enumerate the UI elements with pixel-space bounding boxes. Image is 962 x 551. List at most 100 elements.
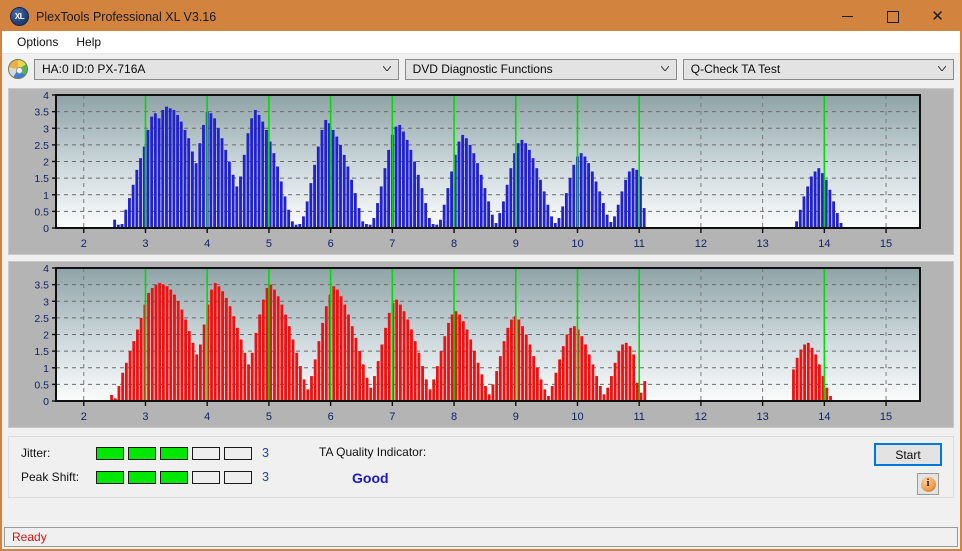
rating-segment <box>160 470 188 484</box>
menu-item-options[interactable]: Options <box>8 32 67 52</box>
chevron-down-icon <box>660 66 669 71</box>
svg-text:0.5: 0.5 <box>34 206 49 218</box>
jitter-label: Jitter: <box>21 446 51 460</box>
test-select[interactable]: Q-Check TA Test <box>682 58 954 80</box>
svg-text:8: 8 <box>451 238 457 250</box>
drive-select[interactable]: HA:0 ID:0 PX-716A <box>34 58 399 80</box>
svg-text:15: 15 <box>880 238 892 250</box>
menu-bar: Options Help <box>2 31 960 54</box>
status-bar: Ready <box>4 527 958 547</box>
chevron-down-icon <box>938 66 946 71</box>
svg-text:0: 0 <box>43 396 49 408</box>
svg-text:3.5: 3.5 <box>34 280 49 292</box>
svg-text:2: 2 <box>81 238 87 250</box>
window-title: PlexTools Professional XL V3.16 <box>36 9 217 24</box>
rating-segment <box>192 446 220 460</box>
svg-text:6: 6 <box>328 238 334 250</box>
results-panel: Jitter: 3 Peak Shift: 3 TA Quality Indic… <box>8 436 954 498</box>
chevron-down-icon <box>382 66 391 71</box>
svg-text:15: 15 <box>880 411 892 423</box>
svg-text:12: 12 <box>695 238 707 250</box>
ta-quality-value: Good <box>352 470 389 486</box>
svg-text:10: 10 <box>571 238 583 250</box>
peak-shift-label: Peak Shift: <box>21 470 80 484</box>
jitter-rating-bar <box>96 446 252 460</box>
peak-shift-chart: 0 0.5 1 1.5 2 2.5 3 3.5 4 2 3 4 5 6 7 8 9 10 11 12 13 14 15 <box>8 261 954 428</box>
svg-text:14: 14 <box>818 411 830 423</box>
svg-text:11: 11 <box>633 411 644 423</box>
xl-badge-icon: XL <box>10 7 29 26</box>
rating-segment <box>192 470 220 484</box>
svg-text:3: 3 <box>142 411 148 423</box>
svg-text:9: 9 <box>513 411 519 423</box>
svg-text:4: 4 <box>43 90 49 102</box>
svg-text:1: 1 <box>43 363 49 375</box>
svg-text:7: 7 <box>389 411 395 423</box>
rating-segment <box>224 446 252 460</box>
svg-text:2.5: 2.5 <box>34 140 49 152</box>
svg-text:1.5: 1.5 <box>34 173 49 185</box>
close-button[interactable]: ✕ <box>915 2 960 31</box>
toolbar: HA:0 ID:0 PX-716A DVD Diagnostic Functio… <box>2 54 960 84</box>
rating-segment <box>96 446 124 460</box>
jitter-chart-canvas: 0 0.5 1 1.5 2 2.5 3 3.5 4 2 3 4 5 6 7 8 9 10 11 12 13 14 15 <box>9 89 953 254</box>
rating-segment <box>128 470 156 484</box>
svg-text:8: 8 <box>451 411 457 423</box>
maximize-icon <box>886 10 899 23</box>
svg-text:11: 11 <box>633 238 644 250</box>
svg-text:1: 1 <box>43 190 49 202</box>
svg-text:2: 2 <box>81 411 87 423</box>
svg-text:4: 4 <box>43 263 49 275</box>
svg-text:3.5: 3.5 <box>34 107 49 119</box>
peak-shift-row: Peak Shift: 3 <box>21 470 269 484</box>
maximize-button[interactable] <box>870 2 915 31</box>
jitter-value: 3 <box>262 446 269 460</box>
minimize-button[interactable] <box>825 2 870 31</box>
svg-text:4: 4 <box>204 411 210 423</box>
svg-text:7: 7 <box>389 238 395 250</box>
svg-text:14: 14 <box>818 238 830 250</box>
info-icon: i <box>920 476 936 492</box>
svg-text:13: 13 <box>757 411 769 423</box>
jitter-row: Jitter: 3 <box>21 446 269 460</box>
close-icon: ✕ <box>931 7 944 25</box>
window-controls: ✕ <box>825 2 960 31</box>
svg-text:12: 12 <box>695 411 707 423</box>
svg-text:2.5: 2.5 <box>34 313 49 325</box>
svg-text:2: 2 <box>43 157 49 169</box>
info-button[interactable]: i <box>917 473 939 495</box>
svg-text:3: 3 <box>43 123 49 135</box>
ta-quality-label: TA Quality Indicator: <box>319 445 427 459</box>
test-select-value: Q-Check TA Test <box>690 62 781 76</box>
rating-segment <box>224 470 252 484</box>
plextools-window: XL PlexTools Professional XL V3.16 ✕ Opt… <box>0 0 962 551</box>
function-select[interactable]: DVD Diagnostic Functions <box>404 58 677 80</box>
status-text: Ready <box>12 530 47 544</box>
svg-text:3: 3 <box>43 296 49 308</box>
svg-text:6: 6 <box>328 411 334 423</box>
menu-item-help[interactable]: Help <box>67 32 110 52</box>
svg-text:9: 9 <box>513 238 519 250</box>
svg-text:0: 0 <box>43 223 49 235</box>
ta-quality-block: TA Quality Indicator: Good <box>319 445 426 486</box>
rating-segment <box>96 470 124 484</box>
svg-text:10: 10 <box>571 411 583 423</box>
title-bar: XL PlexTools Professional XL V3.16 ✕ <box>2 2 960 31</box>
svg-text:4: 4 <box>204 238 210 250</box>
svg-text:13: 13 <box>757 238 769 250</box>
rating-segment <box>128 446 156 460</box>
peak-shift-rating-bar <box>96 470 252 484</box>
svg-text:2: 2 <box>43 330 49 342</box>
start-button[interactable]: Start <box>874 443 942 466</box>
svg-text:5: 5 <box>266 238 272 250</box>
rating-segment <box>160 446 188 460</box>
disc-icon <box>8 59 28 79</box>
minimize-icon <box>842 16 853 17</box>
drive-select-value: HA:0 ID:0 PX-716A <box>42 62 146 76</box>
function-select-value: DVD Diagnostic Functions <box>412 62 553 76</box>
svg-text:5: 5 <box>266 411 272 423</box>
svg-text:1.5: 1.5 <box>34 346 49 358</box>
svg-text:0.5: 0.5 <box>34 379 49 391</box>
peak-shift-chart-canvas: 0 0.5 1 1.5 2 2.5 3 3.5 4 2 3 4 5 6 7 8 9 10 11 12 13 14 15 <box>9 262 953 427</box>
svg-text:3: 3 <box>142 238 148 250</box>
